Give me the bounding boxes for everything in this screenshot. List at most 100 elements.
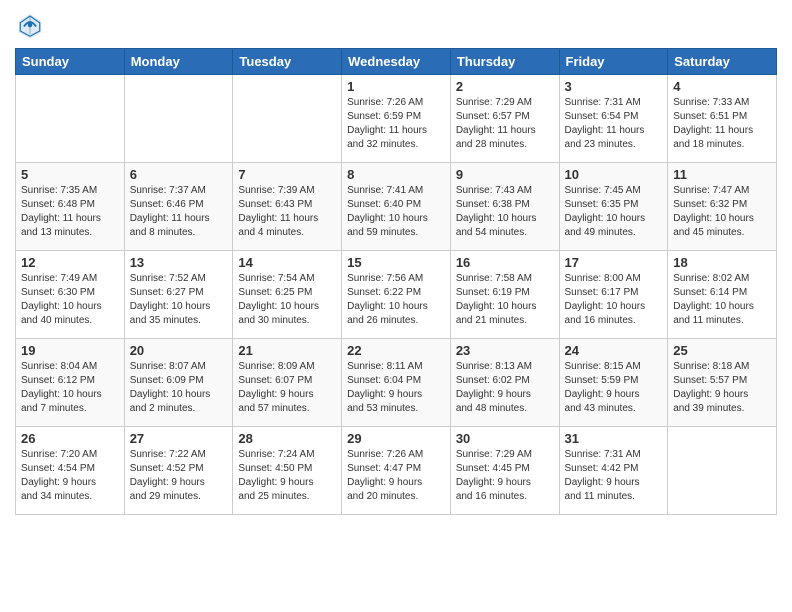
calendar-cell xyxy=(124,75,233,163)
day-number: 10 xyxy=(565,167,663,182)
day-header-sunday: Sunday xyxy=(16,49,125,75)
calendar-cell: 29 Sunrise: 7:26 AMSunset: 4:47 PMDayligh… xyxy=(342,427,451,515)
day-info: Sunrise: 8:02 AMSunset: 6:14 PMDaylight:… xyxy=(673,272,771,328)
calendar-cell xyxy=(16,75,125,163)
calendar-cell: 12 Sunrise: 7:49 AMSunset: 6:30 PMDayligh… xyxy=(16,251,125,339)
day-number: 4 xyxy=(673,79,771,94)
day-header-friday: Friday xyxy=(559,49,668,75)
calendar-cell: 19Sunrise: 8:04 AMSunset: 6:12 PMDayligh… xyxy=(16,339,125,427)
day-info: Sunrise: 7:26 AMSunset: 6:59 PMDaylight:… xyxy=(347,96,445,152)
logo xyxy=(15,10,49,40)
calendar-cell: 20 Sunrise: 8:07 AMSunset: 6:09 PMDayligh… xyxy=(124,339,233,427)
day-info: Sunrise: 7:54 AMSunset: 6:25 PMDaylight:… xyxy=(238,272,336,328)
calendar-cell: 10 Sunrise: 7:45 AMSunset: 6:35 PMDayligh… xyxy=(559,163,668,251)
day-info: Sunrise: 7:58 AMSunset: 6:19 PMDaylight:… xyxy=(456,272,554,328)
calendar-week-2: 5 Sunrise: 7:35 AMSunset: 6:48 PMDaylight… xyxy=(16,163,777,251)
calendar-cell: 11Sunrise: 7:47 AMSunset: 6:32 PMDayligh… xyxy=(668,163,777,251)
day-number: 27 xyxy=(130,431,228,446)
day-number: 26 xyxy=(21,431,119,446)
day-number: 30 xyxy=(456,431,554,446)
calendar-cell: 8 Sunrise: 7:41 AMSunset: 6:40 PMDaylight… xyxy=(342,163,451,251)
day-number: 21 xyxy=(238,343,336,358)
page: SundayMondayTuesdayWednesdayThursdayFrid… xyxy=(0,0,792,530)
day-info: Sunrise: 7:35 AMSunset: 6:48 PMDaylight:… xyxy=(21,184,119,240)
day-info: Sunrise: 7:31 AMSunset: 6:54 PMDaylight:… xyxy=(565,96,663,152)
day-number: 31 xyxy=(565,431,663,446)
calendar-cell: 21 Sunrise: 8:09 AMSunset: 6:07 PMDayligh… xyxy=(233,339,342,427)
day-info: Sunrise: 7:20 AMSunset: 4:54 PMDaylight:… xyxy=(21,448,119,504)
day-number: 18 xyxy=(673,255,771,270)
day-number: 6 xyxy=(130,167,228,182)
day-info: Sunrise: 8:15 AMSunset: 5:59 PMDaylight:… xyxy=(565,360,663,416)
day-info: Sunrise: 7:52 AMSunset: 6:27 PMDaylight:… xyxy=(130,272,228,328)
day-number: 1 xyxy=(347,79,445,94)
calendar-cell: 28Sunrise: 7:24 AMSunset: 4:50 PMDayligh… xyxy=(233,427,342,515)
day-info: Sunrise: 7:41 AMSunset: 6:40 PMDaylight:… xyxy=(347,184,445,240)
calendar-cell: 15Sunrise: 7:56 AMSunset: 6:22 PMDayligh… xyxy=(342,251,451,339)
calendar-cell: 2 Sunrise: 7:29 AMSunset: 6:57 PMDaylight… xyxy=(450,75,559,163)
day-info: Sunrise: 7:29 AMSunset: 6:57 PMDaylight:… xyxy=(456,96,554,152)
day-number: 20 xyxy=(130,343,228,358)
calendar-cell: 24 Sunrise: 8:15 AMSunset: 5:59 PMDayligh… xyxy=(559,339,668,427)
day-number: 13 xyxy=(130,255,228,270)
day-number: 29 xyxy=(347,431,445,446)
day-info: Sunrise: 7:31 AMSunset: 4:42 PMDaylight:… xyxy=(565,448,663,504)
day-info: Sunrise: 7:33 AMSunset: 6:51 PMDaylight:… xyxy=(673,96,771,152)
calendar-cell: 26 Sunrise: 7:20 AMSunset: 4:54 PMDayligh… xyxy=(16,427,125,515)
day-number: 2 xyxy=(456,79,554,94)
day-header-monday: Monday xyxy=(124,49,233,75)
day-number: 14 xyxy=(238,255,336,270)
day-info: Sunrise: 7:24 AMSunset: 4:50 PMDaylight:… xyxy=(238,448,336,504)
day-info: Sunrise: 7:43 AMSunset: 6:38 PMDaylight:… xyxy=(456,184,554,240)
calendar-week-1: 1 Sunrise: 7:26 AMSunset: 6:59 PMDaylight… xyxy=(16,75,777,163)
day-number: 7 xyxy=(238,167,336,182)
calendar-cell: 30 Sunrise: 7:29 AMSunset: 4:45 PMDayligh… xyxy=(450,427,559,515)
calendar-week-4: 19Sunrise: 8:04 AMSunset: 6:12 PMDayligh… xyxy=(16,339,777,427)
calendar-cell: 31 Sunrise: 7:31 AMSunset: 4:42 PMDayligh… xyxy=(559,427,668,515)
day-info: Sunrise: 8:18 AMSunset: 5:57 PMDaylight:… xyxy=(673,360,771,416)
calendar-table: SundayMondayTuesdayWednesdayThursdayFrid… xyxy=(15,48,777,515)
calendar-cell: 3 Sunrise: 7:31 AMSunset: 6:54 PMDaylight… xyxy=(559,75,668,163)
calendar-cell: 13 Sunrise: 7:52 AMSunset: 6:27 PMDayligh… xyxy=(124,251,233,339)
day-number: 15 xyxy=(347,255,445,270)
day-info: Sunrise: 8:09 AMSunset: 6:07 PMDaylight:… xyxy=(238,360,336,416)
day-number: 22 xyxy=(347,343,445,358)
day-info: Sunrise: 7:39 AMSunset: 6:43 PMDaylight:… xyxy=(238,184,336,240)
calendar-week-3: 12 Sunrise: 7:49 AMSunset: 6:30 PMDayligh… xyxy=(16,251,777,339)
calendar-cell xyxy=(233,75,342,163)
day-info: Sunrise: 8:13 AMSunset: 6:02 PMDaylight:… xyxy=(456,360,554,416)
header xyxy=(15,10,777,40)
day-number: 3 xyxy=(565,79,663,94)
calendar-cell: 5 Sunrise: 7:35 AMSunset: 6:48 PMDaylight… xyxy=(16,163,125,251)
day-header-saturday: Saturday xyxy=(668,49,777,75)
day-info: Sunrise: 7:26 AMSunset: 4:47 PMDaylight:… xyxy=(347,448,445,504)
day-number: 17 xyxy=(565,255,663,270)
calendar-cell: 25 Sunrise: 8:18 AMSunset: 5:57 PMDayligh… xyxy=(668,339,777,427)
day-number: 5 xyxy=(21,167,119,182)
day-header-wednesday: Wednesday xyxy=(342,49,451,75)
day-number: 16 xyxy=(456,255,554,270)
day-number: 12 xyxy=(21,255,119,270)
calendar-header-row: SundayMondayTuesdayWednesdayThursdayFrid… xyxy=(16,49,777,75)
calendar-cell: 7 Sunrise: 7:39 AMSunset: 6:43 PMDaylight… xyxy=(233,163,342,251)
day-info: Sunrise: 7:49 AMSunset: 6:30 PMDaylight:… xyxy=(21,272,119,328)
day-header-tuesday: Tuesday xyxy=(233,49,342,75)
day-number: 8 xyxy=(347,167,445,182)
day-number: 25 xyxy=(673,343,771,358)
day-number: 11 xyxy=(673,167,771,182)
day-info: Sunrise: 7:29 AMSunset: 4:45 PMDaylight:… xyxy=(456,448,554,504)
calendar-cell: 23 Sunrise: 8:13 AMSunset: 6:02 PMDayligh… xyxy=(450,339,559,427)
day-info: Sunrise: 8:00 AMSunset: 6:17 PMDaylight:… xyxy=(565,272,663,328)
day-info: Sunrise: 7:22 AMSunset: 4:52 PMDaylight:… xyxy=(130,448,228,504)
day-number: 9 xyxy=(456,167,554,182)
day-info: Sunrise: 7:37 AMSunset: 6:46 PMDaylight:… xyxy=(130,184,228,240)
calendar-cell xyxy=(668,427,777,515)
day-info: Sunrise: 8:07 AMSunset: 6:09 PMDaylight:… xyxy=(130,360,228,416)
day-number: 24 xyxy=(565,343,663,358)
day-info: Sunrise: 7:45 AMSunset: 6:35 PMDaylight:… xyxy=(565,184,663,240)
day-number: 23 xyxy=(456,343,554,358)
day-number: 19 xyxy=(21,343,119,358)
calendar-cell: 6 Sunrise: 7:37 AMSunset: 6:46 PMDaylight… xyxy=(124,163,233,251)
calendar-cell: 14 Sunrise: 7:54 AMSunset: 6:25 PMDayligh… xyxy=(233,251,342,339)
day-info: Sunrise: 8:11 AMSunset: 6:04 PMDaylight:… xyxy=(347,360,445,416)
